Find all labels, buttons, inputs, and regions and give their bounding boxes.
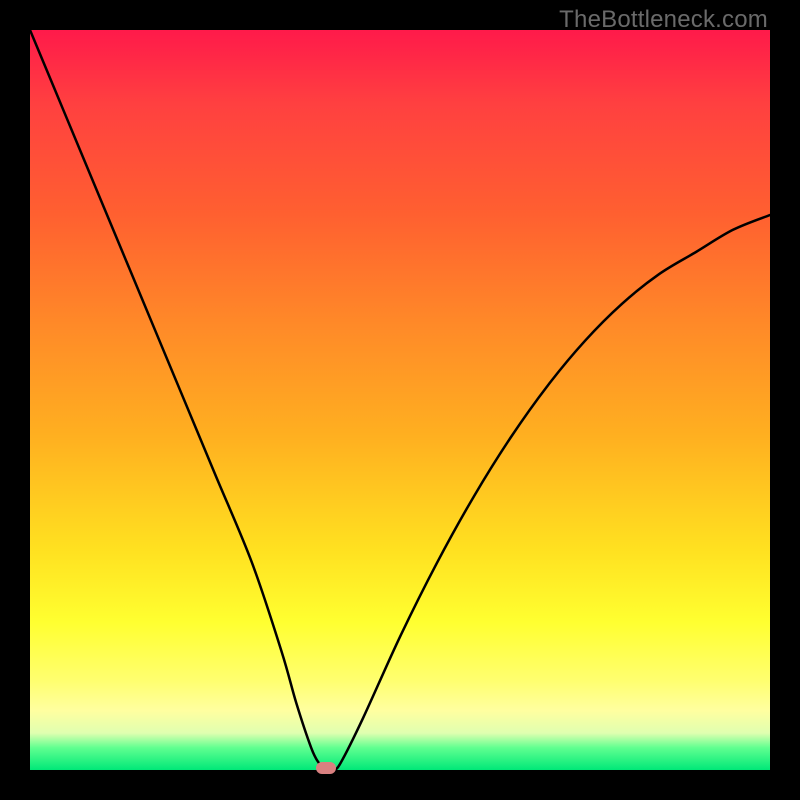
plot-area [30, 30, 770, 770]
minimum-marker [316, 762, 336, 774]
curve-svg [30, 30, 770, 770]
chart-frame: TheBottleneck.com [0, 0, 800, 800]
bottleneck-curve [30, 30, 770, 770]
